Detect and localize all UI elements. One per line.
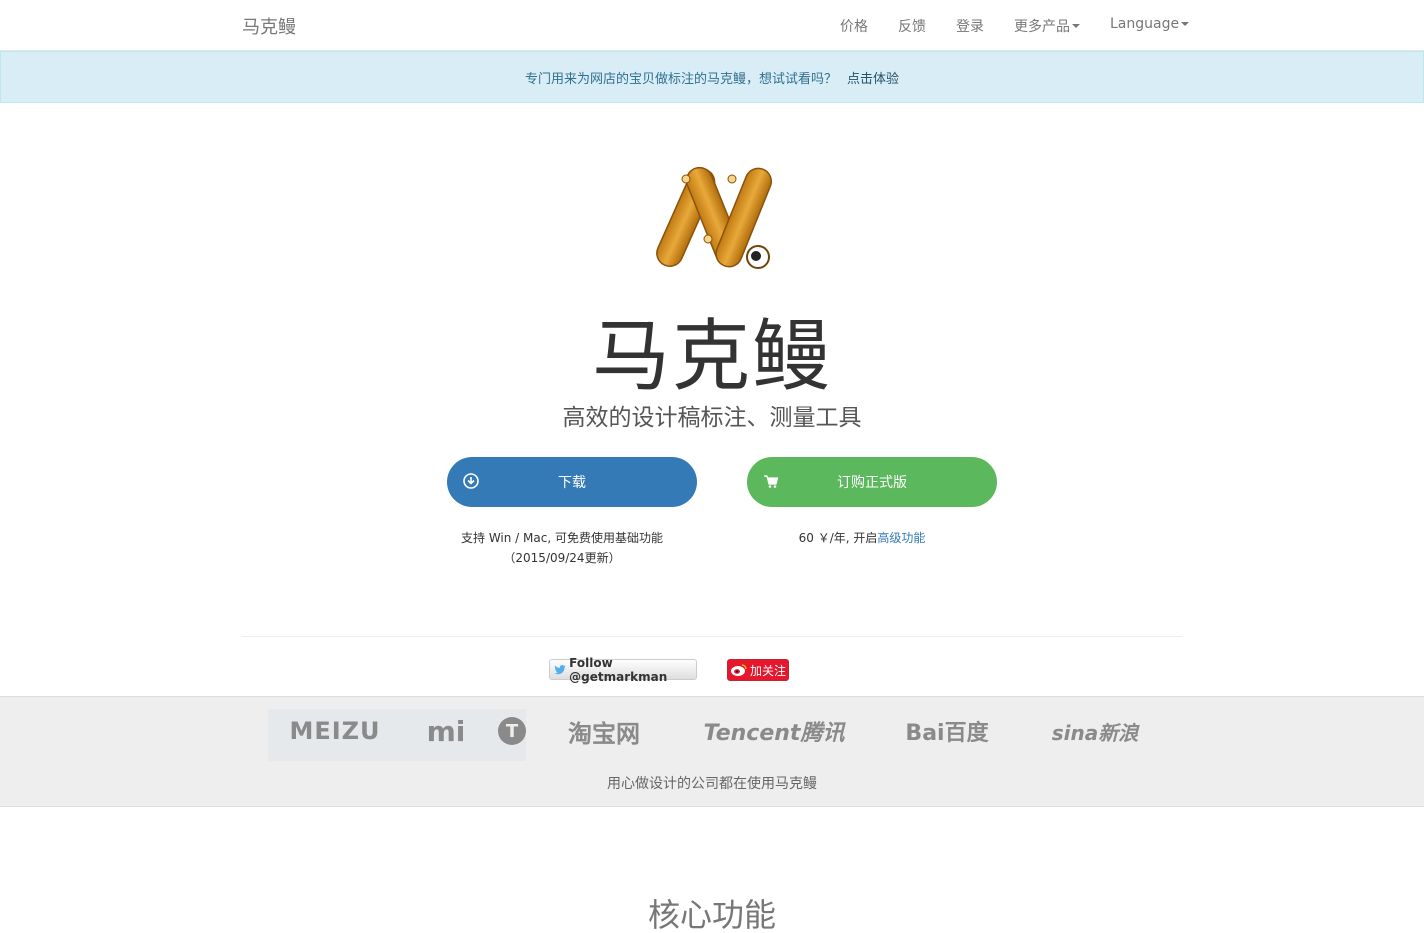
buy-button[interactable]: 订购正式版	[747, 457, 997, 507]
divider	[242, 636, 1182, 637]
client-logo-mi: mi	[426, 714, 466, 748]
download-button[interactable]: 下载	[447, 457, 697, 507]
core-features-title: 核心功能	[647, 896, 776, 933]
clients-caption: 用心做设计的公司都在使用马克鳗	[607, 776, 817, 792]
client-logo-sina: sina新浪	[1051, 720, 1139, 745]
promo-text: 专门用来为网店的宝贝做标注的马克鳗，想试试看吗？	[524, 71, 837, 87]
download-circle-icon	[463, 473, 479, 489]
markman-logo-icon	[656, 166, 773, 269]
nav-feedback[interactable]: 反馈	[898, 16, 926, 36]
brand-link[interactable]: 马克鳗	[242, 13, 296, 39]
app-title: 马克鳗	[591, 312, 832, 402]
buy-note: 60 ￥/年, 开启高级功能	[762, 528, 962, 548]
shopping-cart-icon	[764, 475, 779, 488]
client-logo-smartisan-text: T	[498, 717, 526, 745]
download-note-line1: 支持 Win / Mac, 可免费使用基础功能	[461, 531, 663, 545]
buy-note-text: 60 ￥/年, 开启	[798, 531, 878, 545]
app-tagline: 高效的设计稿标注、测量工具	[562, 405, 862, 431]
client-logo-tencent: Tencent腾讯	[703, 721, 845, 746]
weibo-follow-label: 加关注	[750, 663, 787, 678]
weibo-icon	[731, 664, 747, 676]
twitter-follow-label: Follow @getmarkman	[569, 655, 668, 684]
weibo-follow-button[interactable]: 加关注	[727, 659, 789, 681]
download-note: 支持 Win / Mac, 可免费使用基础功能 （2015/09/24更新）	[447, 528, 677, 568]
nav-more-products-label: 更多产品	[1014, 19, 1070, 35]
nav-login[interactable]: 登录	[956, 16, 984, 36]
download-note-line2: （2015/09/24更新）	[503, 551, 621, 565]
nav-more-products[interactable]: 更多产品	[1014, 16, 1080, 36]
promo-alert: 专门用来为网店的宝贝做标注的马克鳗，想试试看吗？ 点击体验	[0, 51, 1424, 103]
client-logos-band: MEIZU mi T 淘宝网 Tencent腾讯 Bai百度 sina新浪 用心…	[0, 696, 1424, 807]
navbar: 马克鳗 价格 反馈 登录 更多产品 Language	[0, 0, 1424, 51]
promo-link[interactable]: 点击体验	[847, 68, 899, 87]
download-button-label: 下载	[558, 475, 586, 491]
advanced-features-link[interactable]: 高级功能	[877, 531, 925, 545]
client-logo-smartisan: T	[497, 707, 527, 755]
caret-down-icon	[1181, 22, 1190, 26]
caret-down-icon	[1072, 24, 1080, 28]
client-logo-taobao: 淘宝网	[568, 719, 640, 748]
nav-language-label: Language	[1110, 16, 1180, 32]
nav-language[interactable]: Language	[1110, 16, 1190, 32]
nav-pricing[interactable]: 价格	[840, 16, 868, 36]
buy-button-label: 订购正式版	[837, 475, 907, 491]
twitter-bird-icon	[554, 664, 566, 674]
client-logo-meizu: MEIZU	[289, 717, 381, 745]
twitter-follow-button[interactable]: Follow @getmarkman	[549, 656, 697, 684]
client-logo-baidu: Bai百度	[905, 721, 989, 746]
